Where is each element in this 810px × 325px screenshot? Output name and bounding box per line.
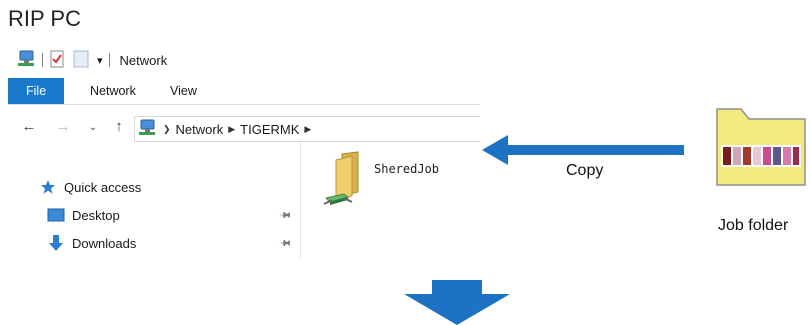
- toolbar-divider: [108, 53, 110, 67]
- up-icon[interactable]: ↑: [110, 118, 128, 135]
- tab-network[interactable]: Network: [76, 78, 150, 104]
- shared-folder-icon: [322, 150, 374, 213]
- download-icon: [46, 235, 66, 251]
- star-icon: [38, 179, 58, 195]
- breadcrumb-network[interactable]: Network: [176, 122, 224, 137]
- ribbon-tabs: File Network View: [8, 78, 480, 105]
- job-folder-label: Job folder: [718, 217, 789, 234]
- breadcrumb-separator-icon[interactable]: ▶: [228, 124, 235, 135]
- navigation-pane: Quick access Desktop 🖈 Downloads 🖈: [8, 142, 301, 260]
- folder-label: SheredJob: [374, 162, 440, 176]
- tab-view[interactable]: View: [156, 78, 211, 104]
- copy-label: Copy: [566, 162, 604, 179]
- sidebar-item-label: Downloads: [72, 235, 137, 251]
- toolbar-divider: [42, 53, 43, 67]
- new-folder-icon[interactable]: [73, 50, 89, 71]
- sidebar-item-quick-access[interactable]: Quick access: [38, 176, 141, 198]
- tab-file[interactable]: File: [8, 78, 65, 104]
- sidebar-item-label: Quick access: [64, 179, 142, 195]
- customize-toolbar-icon[interactable]: ▾: [97, 54, 103, 67]
- job-folder-icon: [716, 108, 806, 186]
- breadcrumb-separator-icon[interactable]: ▶: [304, 124, 311, 135]
- properties-icon[interactable]: [49, 50, 65, 71]
- sidebar-item-desktop[interactable]: Desktop: [46, 204, 120, 226]
- sidebar-item-downloads[interactable]: Downloads: [46, 232, 136, 254]
- pin-icon[interactable]: 🖈: [275, 233, 296, 254]
- down-arrow: [404, 280, 510, 325]
- pin-icon[interactable]: 🖈: [275, 205, 296, 226]
- shared-folder-item[interactable]: SheredJob: [322, 150, 462, 212]
- window-title: Network: [119, 52, 168, 68]
- heading: RIP PC: [8, 6, 81, 31]
- back-icon[interactable]: ←: [20, 118, 38, 135]
- breadcrumb-separator-icon[interactable]: ❯: [163, 124, 171, 135]
- network-icon: [16, 50, 36, 71]
- address-bar[interactable]: ❯ Network ▶ TIGERMK ▶: [134, 116, 480, 142]
- desktop-icon: [46, 207, 66, 223]
- navigation-bar: ← → ⌄ ↑ ❯ Network ▶ TIGERMK ▶: [8, 114, 480, 142]
- network-icon: [137, 119, 157, 140]
- recent-locations-icon[interactable]: ⌄: [84, 122, 102, 133]
- sidebar-item-label: Desktop: [72, 207, 120, 223]
- breadcrumb-tigermk[interactable]: TIGERMK: [240, 122, 299, 137]
- forward-icon[interactable]: →: [54, 118, 72, 135]
- quick-access-toolbar: ▾ Network: [16, 49, 167, 71]
- file-explorer-window: ▾ Network File Network View ← → ⌄ ↑ ❯ Ne…: [8, 42, 480, 260]
